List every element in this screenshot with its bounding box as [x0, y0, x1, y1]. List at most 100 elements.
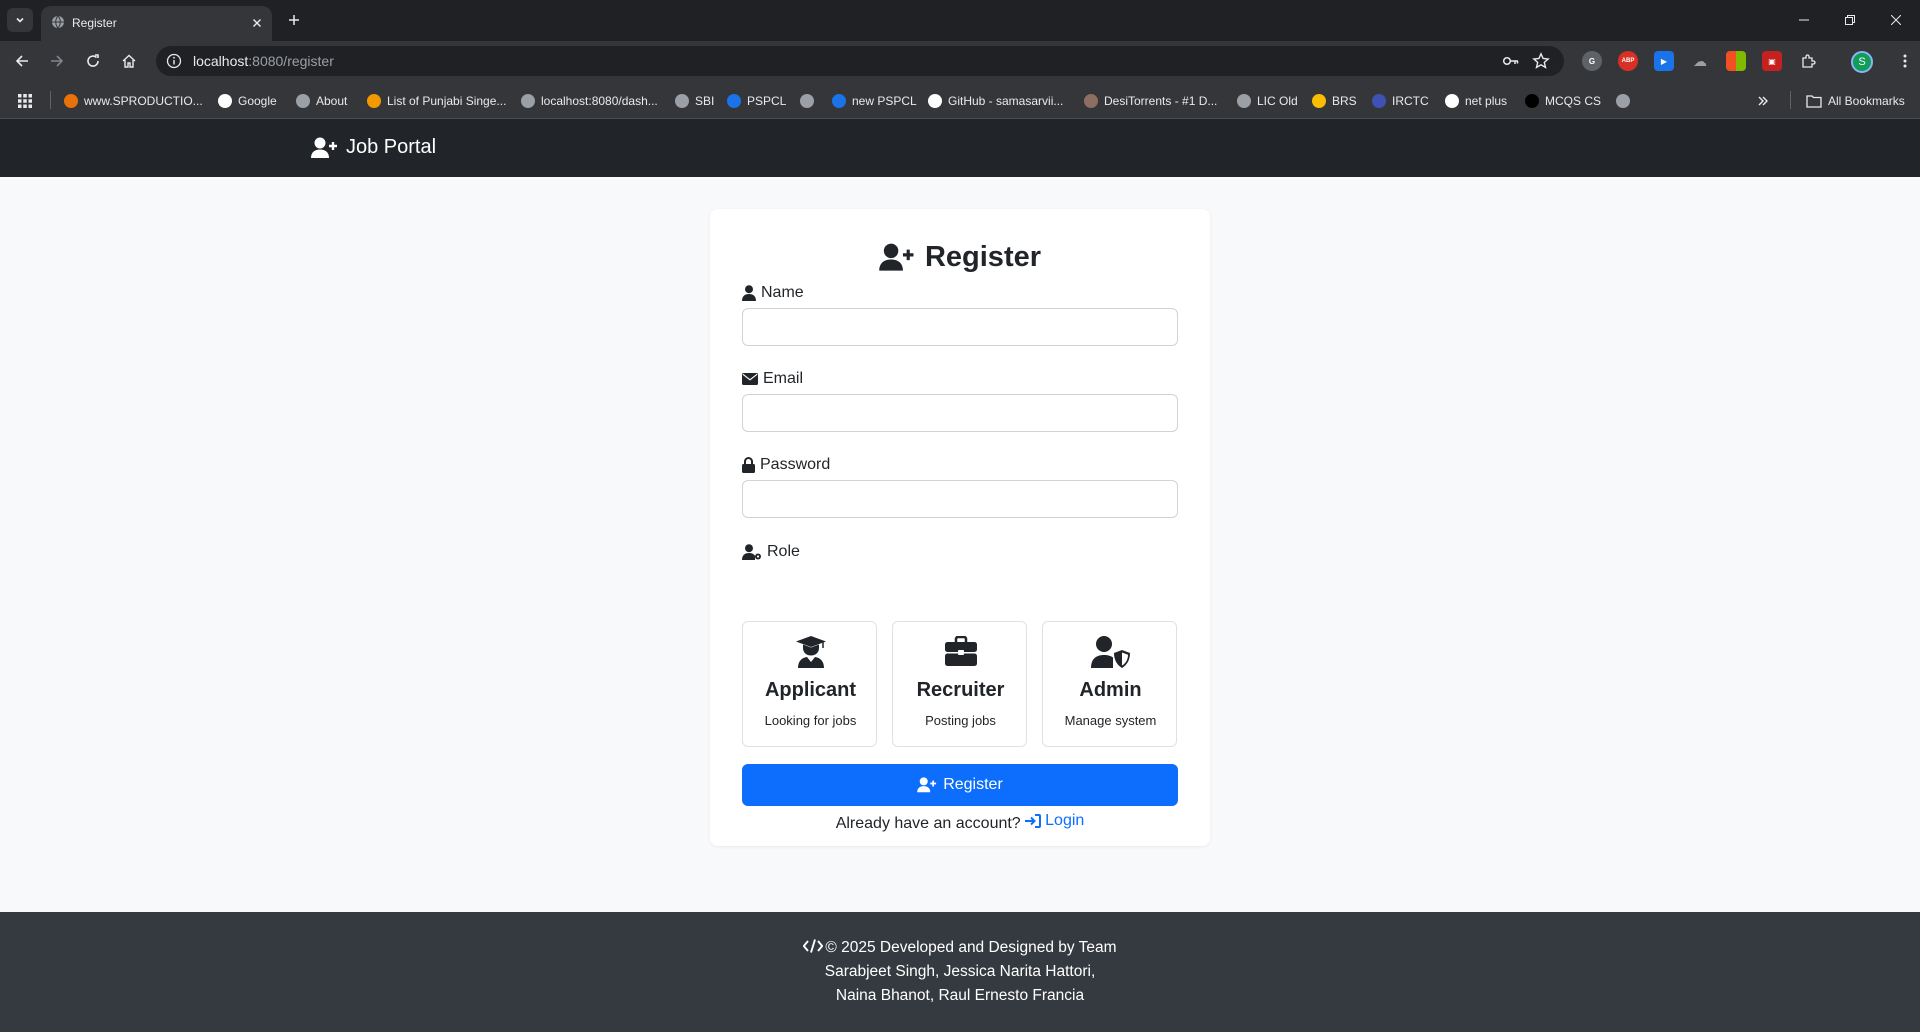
app-navbar: Job Portal — [0, 119, 1920, 177]
bookmark-label: DesiTorrents - #1 D... — [1104, 94, 1218, 108]
register-button[interactable]: Register — [742, 764, 1178, 806]
arrow-right-icon — [51, 55, 64, 67]
user-gear-icon — [742, 544, 761, 560]
active-tab[interactable]: Register — [41, 6, 272, 41]
bookmark-favicon-icon — [64, 94, 78, 108]
minimize-button[interactable] — [1781, 0, 1827, 40]
bookmark-label: SBI — [695, 94, 715, 108]
bookmarks-bar: www.SPRODUCTIO... Google About List of Punj… — [0, 81, 1920, 119]
restore-button[interactable] — [1827, 0, 1873, 40]
extension-cloud-icon[interactable]: ☁ — [1690, 51, 1710, 71]
user-plus-icon — [879, 243, 914, 271]
briefcase-icon — [944, 636, 977, 666]
bookmark-favicon-icon — [296, 94, 310, 108]
user-plus-icon — [917, 777, 937, 793]
home-icon — [122, 54, 136, 68]
role-option-recruiter[interactable]: Recruiter Posting jobs — [892, 621, 1027, 747]
plus-icon — [289, 15, 299, 25]
all-bookmarks-button[interactable]: All Bookmarks — [1806, 92, 1905, 110]
bookmark-item[interactable]: localhost:8080/dash... — [521, 92, 658, 110]
name-label: Name — [742, 284, 804, 302]
page-title-text: Register — [924, 241, 1042, 273]
bookmark-item[interactable]: net plus — [1445, 92, 1507, 110]
bookmark-label: List of Punjabi Singe... — [387, 94, 507, 108]
tab-close-button[interactable] — [248, 14, 266, 32]
apps-grid-icon — [18, 94, 32, 108]
footer-credits-line: © 2025 Developed and Designed by Team — [0, 939, 1920, 957]
tab-search-button[interactable] — [7, 8, 33, 32]
bookmark-favicon-icon — [521, 94, 535, 108]
bookmark-item[interactable]: LIC Old — [1237, 92, 1298, 110]
new-tab-button[interactable] — [282, 8, 306, 32]
bookmark-item[interactable]: DesiTorrents - #1 D... — [1084, 92, 1217, 110]
bookmark-favicon-icon — [928, 94, 942, 108]
bookmark-item[interactable]: PSPCL — [727, 92, 786, 110]
bookmark-item[interactable] — [800, 92, 820, 110]
bookmark-item[interactable] — [1616, 92, 1636, 110]
tab-title: Register — [72, 16, 117, 30]
role-icon-wrap — [1043, 636, 1178, 668]
profile-avatar[interactable]: S — [1851, 51, 1873, 73]
email-field[interactable] — [742, 394, 1178, 432]
bookmark-label: PSPCL — [747, 94, 787, 108]
browser-tab-bar: Register — [0, 0, 1920, 41]
role-option-admin[interactable]: Admin Manage system — [1042, 621, 1177, 747]
name-label-text: Name — [761, 284, 804, 301]
info-icon[interactable] — [166, 53, 182, 69]
double-chevron-right-icon — [1758, 96, 1768, 106]
bookmark-item[interactable]: www.SPRODUCTIO... — [64, 92, 203, 110]
globe-icon — [52, 15, 64, 29]
address-bar[interactable]: localhost:8080/register — [156, 46, 1564, 76]
brand-link[interactable]: Job Portal — [311, 136, 436, 159]
bookmarks-separator — [1790, 91, 1791, 109]
home-button[interactable] — [117, 49, 141, 73]
close-icon — [253, 19, 261, 27]
password-label-text: Password — [760, 456, 831, 473]
bookmarks-overflow-button[interactable] — [1757, 92, 1769, 110]
key-icon[interactable] — [1502, 52, 1520, 70]
extension-g-icon[interactable]: G — [1582, 51, 1602, 71]
bookmark-label: GitHub - samasarvii... — [948, 94, 1064, 108]
reload-button[interactable] — [81, 49, 105, 73]
bookmark-item[interactable]: IRCTC — [1372, 92, 1429, 110]
page-content: Register Name Email Password Role Applic… — [0, 177, 1920, 912]
extension-red-icon[interactable]: ▣ — [1762, 51, 1782, 71]
extension-translate-icon[interactable]: ▶ — [1654, 51, 1674, 71]
bookmark-favicon-icon — [1372, 94, 1386, 108]
register-button-label: Register — [943, 776, 1003, 793]
bookmark-item[interactable]: List of Punjabi Singe... — [367, 92, 506, 110]
bookmark-favicon-icon — [727, 94, 741, 108]
login-link[interactable]: Login — [1025, 812, 1084, 830]
bookmark-item[interactable]: SBI — [675, 92, 714, 110]
lock-icon — [742, 457, 755, 473]
code-icon — [802, 939, 824, 953]
puzzle-icon[interactable] — [1798, 51, 1818, 71]
bookmark-item[interactable]: BRS — [1312, 92, 1357, 110]
bookmark-item[interactable]: GitHub - samasarvii... — [928, 92, 1063, 110]
apps-button[interactable] — [18, 92, 32, 110]
name-field[interactable] — [742, 308, 1178, 346]
reload-icon — [87, 54, 99, 67]
back-button[interactable] — [10, 49, 34, 73]
folder-icon — [1806, 95, 1822, 108]
adblock-icon[interactable]: ABP — [1618, 51, 1638, 71]
bookmark-favicon-icon — [1445, 94, 1459, 108]
role-option-applicant[interactable]: Applicant Looking for jobs — [742, 621, 877, 747]
star-icon[interactable] — [1532, 52, 1550, 70]
page-footer: © 2025 Developed and Designed by Team Sa… — [0, 912, 1920, 1032]
bookmark-favicon-icon — [832, 94, 846, 108]
forward-button[interactable] — [45, 49, 69, 73]
login-link-text: Login — [1045, 812, 1085, 829]
extension-microsoft-icon[interactable] — [1726, 51, 1746, 71]
bookmark-item[interactable]: Google — [218, 92, 277, 110]
bookmark-item[interactable]: new PSPCL — [832, 92, 917, 110]
menu-button[interactable] — [1895, 51, 1915, 71]
close-window-button[interactable] — [1873, 0, 1919, 40]
bookmark-item[interactable]: About — [296, 92, 347, 110]
role-description: Manage system — [1064, 713, 1157, 728]
role-description: Looking for jobs — [764, 713, 857, 728]
bookmark-favicon-icon — [800, 94, 814, 108]
footer-copyright: © 2025 Developed and Designed by Team — [825, 939, 1117, 956]
bookmark-item[interactable]: MCQS CS — [1525, 92, 1601, 110]
password-field[interactable] — [742, 480, 1178, 518]
